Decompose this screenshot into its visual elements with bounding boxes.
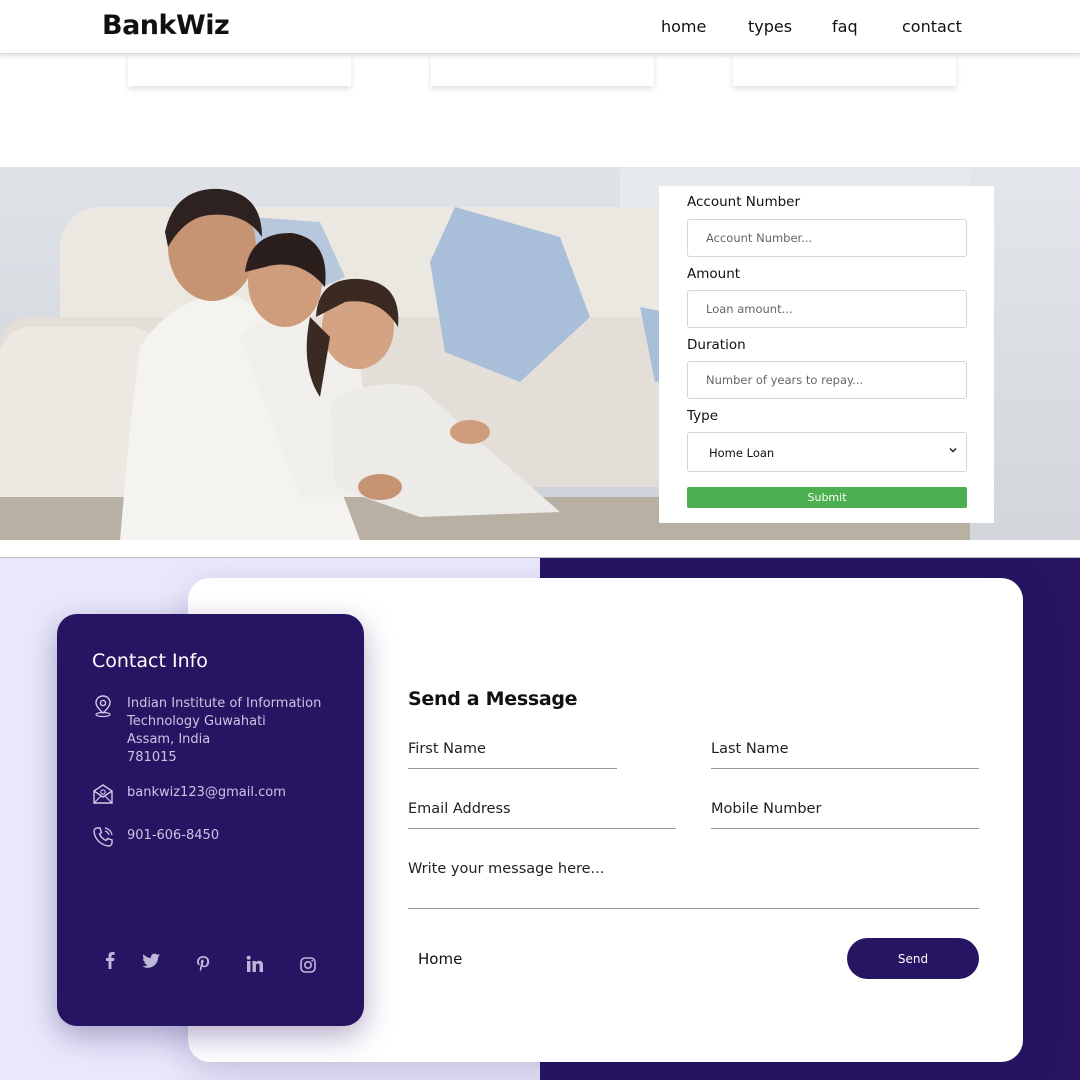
first-name-field[interactable]: First Name: [408, 741, 617, 769]
email-field[interactable]: Email Address: [408, 801, 676, 829]
brand-logo[interactable]: BankWiz: [102, 10, 230, 41]
contact-info-title: Contact Info: [92, 650, 208, 672]
email-placeholder: Email Address: [408, 801, 511, 817]
contact-info-panel: Contact Info Indian Institute of Informa…: [57, 614, 364, 1026]
chevron-down-icon: [949, 447, 957, 453]
message-placeholder: Write your message here...: [408, 861, 605, 877]
nav-link-contact[interactable]: contact: [902, 17, 962, 36]
loan-amount-input[interactable]: [687, 290, 967, 328]
address-line: Assam, India: [127, 732, 211, 747]
address-line: Technology Guwahati: [127, 714, 266, 729]
loan-form: Account Number Amount Duration Type Home…: [659, 186, 994, 523]
address-line: Indian Institute of Information: [127, 696, 322, 711]
loan-type-card: [431, 54, 654, 86]
nav-link-types[interactable]: types: [748, 17, 792, 36]
mobile-placeholder: Mobile Number: [711, 801, 822, 817]
pinterest-icon[interactable]: [193, 954, 213, 974]
last-name-field[interactable]: Last Name: [711, 741, 979, 769]
type-label: Type: [687, 408, 719, 424]
phone-text[interactable]: 901-606-8450: [127, 827, 219, 845]
instagram-icon[interactable]: [298, 955, 318, 975]
loan-type-select[interactable]: Home Loan: [687, 432, 967, 472]
address-line: 781015: [127, 750, 177, 765]
account-number-input[interactable]: [687, 219, 967, 257]
home-link[interactable]: Home: [418, 950, 462, 968]
duration-label: Duration: [687, 337, 746, 353]
location-pin-icon: [95, 695, 111, 718]
nav-link-faq[interactable]: faq: [832, 17, 858, 36]
address-text: Indian Institute of Information Technolo…: [127, 695, 321, 767]
submit-button[interactable]: Submit: [687, 487, 967, 508]
facebook-icon[interactable]: [100, 950, 120, 970]
twitter-icon[interactable]: [141, 951, 161, 971]
phone-icon: [93, 827, 113, 847]
last-name-placeholder: Last Name: [711, 741, 789, 757]
amount-label: Amount: [687, 266, 741, 282]
account-number-label: Account Number: [687, 194, 801, 210]
contact-section: Send a Message First Name Last Name Emai…: [0, 557, 1080, 1080]
send-message-title: Send a Message: [408, 688, 578, 710]
loan-type-card: [128, 54, 351, 86]
loan-type-card: [733, 54, 956, 86]
mail-icon: [93, 784, 113, 804]
first-name-placeholder: First Name: [408, 741, 486, 757]
linkedin-icon[interactable]: [245, 954, 265, 974]
message-field[interactable]: Write your message here...: [408, 861, 979, 909]
email-text[interactable]: bankwiz123@gmail.com: [127, 784, 286, 802]
navbar: BankWiz home types faq contact: [0, 0, 1080, 54]
duration-input[interactable]: [687, 361, 967, 399]
mobile-field[interactable]: Mobile Number: [711, 801, 979, 829]
send-button[interactable]: Send: [847, 938, 979, 979]
nav-link-home[interactable]: home: [661, 17, 706, 36]
loan-type-selected: Home Loan: [709, 446, 775, 460]
